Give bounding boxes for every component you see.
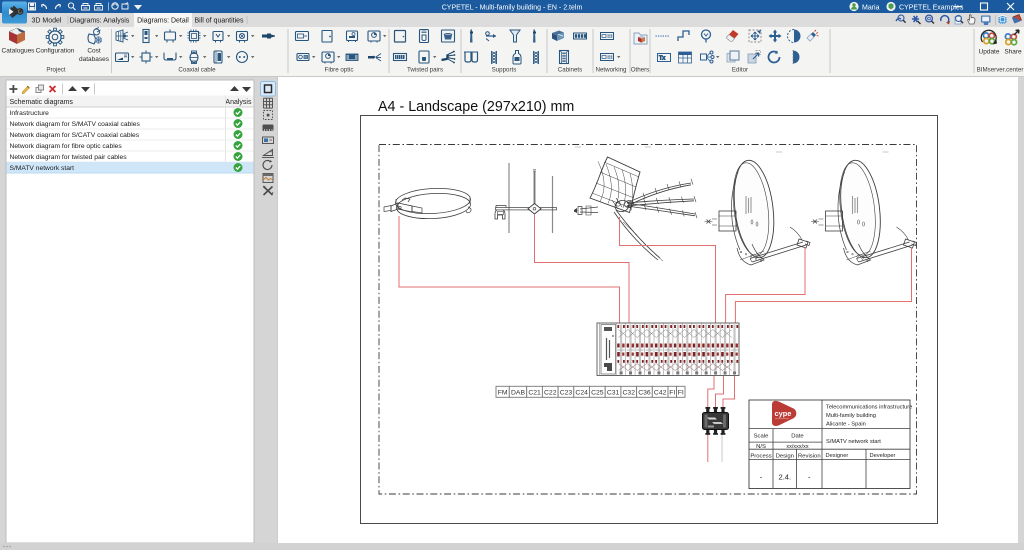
svg-text:S/MATV network start: S/MATV network start (10, 165, 75, 172)
svg-text:Update: Update (979, 49, 1000, 56)
svg-text:C42: C42 (654, 389, 667, 396)
svg-text:Catalogues: Catalogues (2, 48, 36, 55)
svg-text:FI: FI (678, 389, 684, 396)
svg-text:Fibre optic: Fibre optic (325, 67, 354, 74)
svg-text:Configuration: Configuration (36, 48, 75, 55)
svg-text:C25: C25 (591, 389, 604, 396)
svg-text:Network diagram for S/MATV coa: Network diagram for S/MATV coaxial cable… (10, 121, 141, 128)
svg-text:Maria: Maria (862, 4, 880, 11)
svg-text:Network diagram for twisted pa: Network diagram for twisted pair cables (10, 154, 128, 161)
svg-text:S/MATV network start: S/MATV network start (826, 439, 881, 445)
svg-text:Multi-family building: Multi-family building (826, 413, 876, 419)
svg-text:Others: Others (631, 67, 650, 74)
svg-text:3D Model: 3D Model (32, 18, 62, 25)
svg-text:databases: databases (79, 56, 110, 63)
svg-text:CYPETEL Examples: CYPETEL Examples (899, 4, 964, 11)
svg-text:Coaxial cable: Coaxial cable (178, 67, 216, 74)
svg-text:xx/xxx/xx: xx/xxx/xx (786, 444, 809, 450)
svg-text:Telecommunications infrastruct: Telecommunications infrastructure (826, 404, 912, 410)
svg-text:C22: C22 (544, 389, 557, 396)
svg-text:C32: C32 (623, 389, 636, 396)
svg-text:Design: Design (776, 453, 794, 459)
svg-text:Process: Process (750, 453, 771, 459)
svg-text:BIMserver.center: BIMserver.center (977, 67, 1024, 74)
svg-text:C31: C31 (607, 389, 620, 396)
svg-text:Supports: Supports (492, 67, 517, 74)
svg-text:Project: Project (46, 67, 66, 74)
svg-text:Network diagram for S/CATV coa: Network diagram for S/CATV coaxial cable… (10, 132, 140, 139)
svg-text:Cost: Cost (87, 48, 101, 55)
svg-text:C24: C24 (575, 389, 588, 396)
svg-text:Analysis: Analysis (225, 99, 252, 106)
svg-text:Designer: Designer (826, 453, 849, 459)
svg-text:2.4.: 2.4. (779, 473, 792, 482)
svg-text:Twisted pairs: Twisted pairs (407, 67, 443, 74)
svg-text:Bill of quantities: Bill of quantities (194, 18, 244, 25)
svg-text:Networking: Networking (596, 67, 628, 74)
svg-text:A4 - Landscape (297x210) mm: A4 - Landscape (297x210) mm (378, 99, 574, 115)
svg-text:Diagrams: Detail: Diagrams: Detail (137, 18, 189, 25)
svg-text:C36: C36 (638, 389, 651, 396)
svg-text:Alicante - Spain: Alicante - Spain (826, 421, 866, 427)
svg-text:N/S: N/S (756, 444, 766, 450)
svg-text:Tx: Tx (659, 56, 665, 62)
svg-text:Diagrams: Analysis: Diagrams: Analysis (70, 18, 130, 25)
svg-text:Date: Date (791, 434, 804, 440)
svg-text:Revision: Revision (798, 453, 821, 459)
svg-text:CYPETEL - Multi-family buildin: CYPETEL - Multi-family building - EN - 2… (442, 4, 583, 11)
svg-text:Schematic diagrams: Schematic diagrams (10, 99, 74, 106)
svg-text:FM: FM (498, 389, 508, 396)
svg-text:Cabinets: Cabinets (558, 67, 582, 74)
svg-text:cype: cype (775, 409, 792, 418)
svg-text:Editor: Editor (732, 67, 748, 74)
svg-text:C23: C23 (560, 389, 573, 396)
svg-text:Scale: Scale (754, 434, 769, 440)
svg-text:C21: C21 (528, 389, 541, 396)
svg-text:Infrastructure: Infrastructure (10, 110, 50, 117)
svg-text:Share: Share (1004, 49, 1022, 56)
svg-text:Developer: Developer (870, 453, 896, 459)
svg-text:Network diagram for fibre opti: Network diagram for fibre optic cables (10, 143, 123, 150)
svg-text:DAB: DAB (511, 389, 525, 396)
svg-text:FI: FI (669, 389, 675, 396)
